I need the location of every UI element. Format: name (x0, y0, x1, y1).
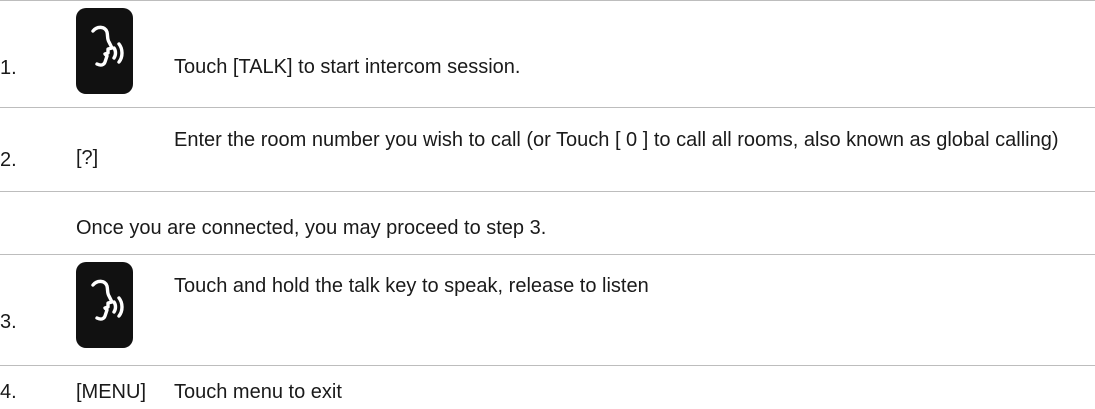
divider (0, 191, 1095, 192)
step-number: 2. (0, 149, 17, 171)
divider (0, 107, 1095, 108)
talk-key-icon (76, 262, 133, 348)
step-key-label: [?] (76, 147, 99, 169)
step-number: 1. (0, 57, 17, 79)
step-number: 3. (0, 311, 17, 333)
divider (0, 0, 1095, 1)
divider (0, 254, 1095, 255)
step-instruction: Enter the room number you wish to call (… (174, 129, 1059, 151)
connection-note: Once you are connected, you may proceed … (76, 217, 547, 239)
step-key-label: [MENU] (76, 381, 146, 403)
step-number: 4. (0, 381, 17, 403)
talk-key-icon (76, 8, 133, 94)
step-instruction: Touch menu to exit (174, 381, 342, 403)
step-instruction: Touch [TALK] to start intercom session. (174, 56, 521, 78)
step-instruction: Touch and hold the talk key to speak, re… (174, 275, 649, 297)
divider (0, 365, 1095, 366)
